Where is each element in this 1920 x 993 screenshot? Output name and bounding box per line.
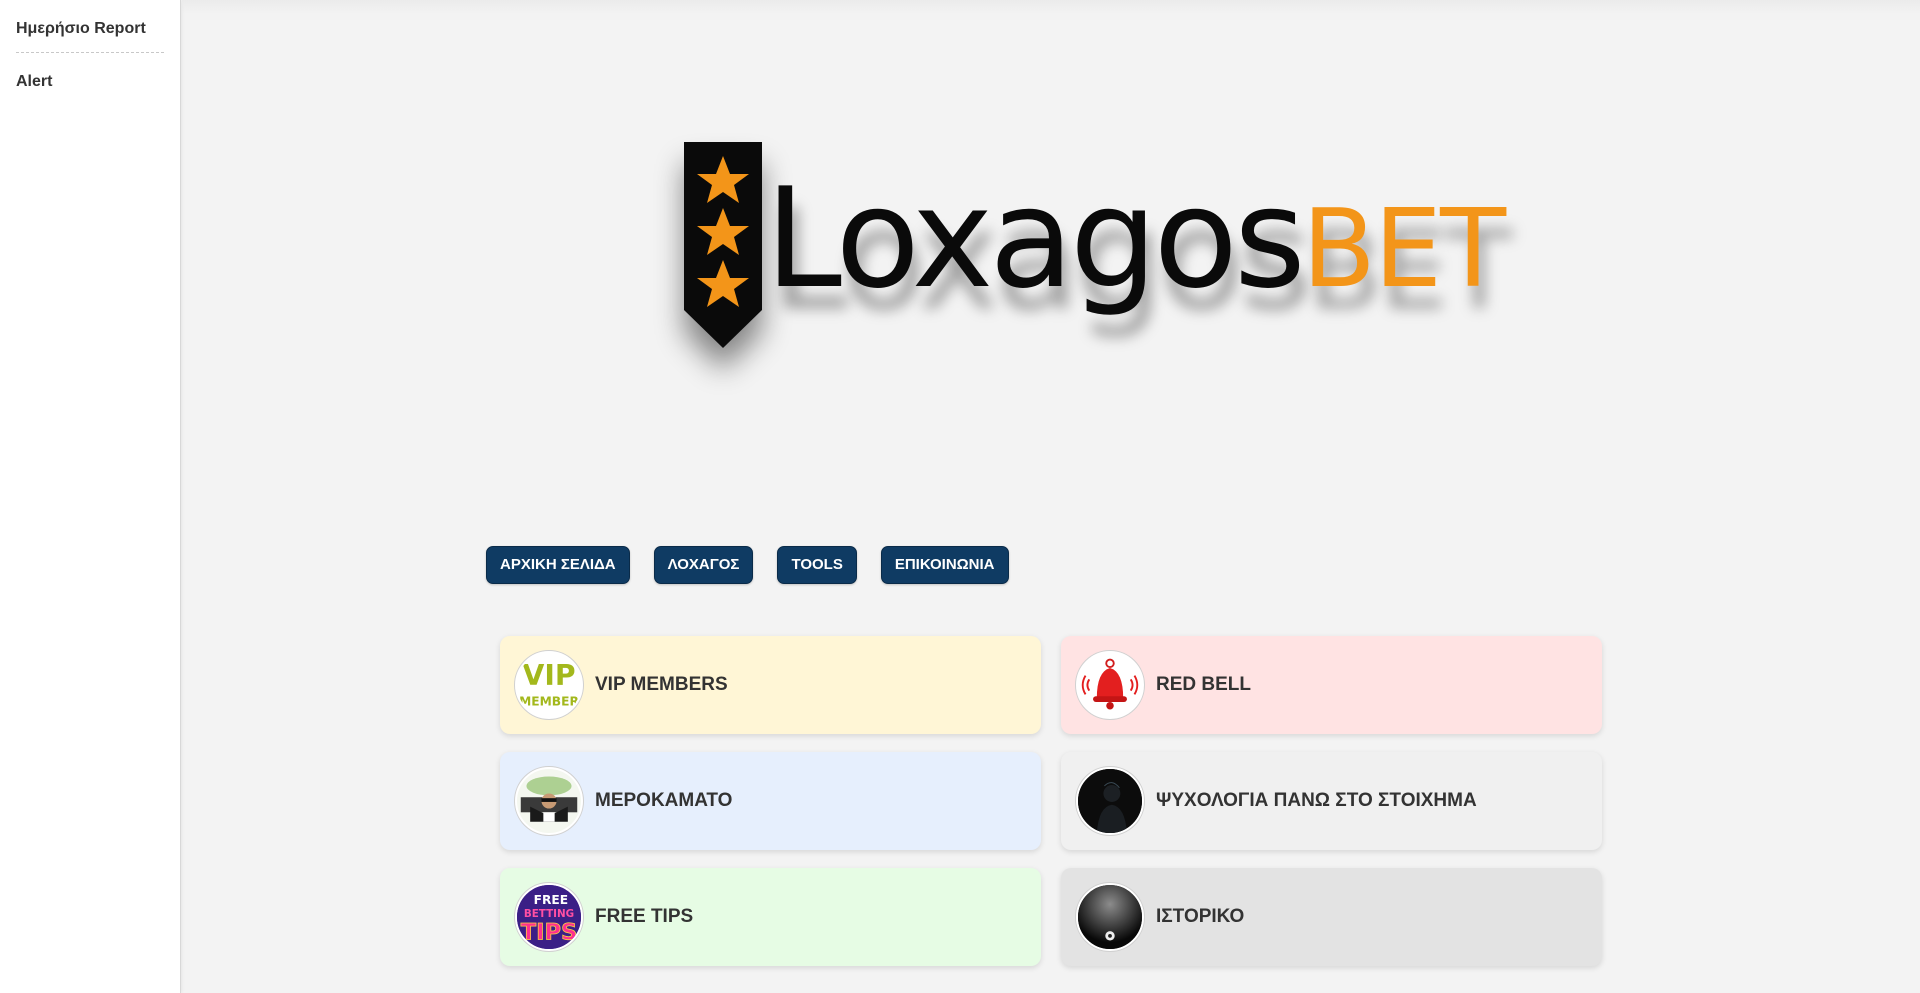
- card-merokamato[interactable]: ΜΕΡΟΚΑΜΑΤΟ: [500, 752, 1041, 850]
- card-label: ΨΥΧΟΛΟΓΙΑ ΠΑΝΩ ΣΤΟ ΣΤΟΙΧΗΜΑ: [1156, 790, 1477, 811]
- card-label: RED BELL: [1156, 674, 1251, 695]
- card-psychology[interactable]: ΨΥΧΟΛΟΓΙΑ ΠΑΝΩ ΣΤΟ ΣΤΟΙΧΗΜΑ: [1061, 752, 1602, 850]
- card-label: ΙΣΤΟΡΙΚΟ: [1156, 906, 1245, 927]
- svg-text:MEMBER: MEMBER: [519, 695, 579, 709]
- nav-tools-button[interactable]: TOOLS: [777, 546, 857, 584]
- vip-members-icon: VIP MEMBER: [515, 651, 583, 719]
- sidebar: Ημερήσιο Report Alert: [0, 0, 181, 993]
- rank-badge-icon: [684, 142, 762, 348]
- logo-word: Loxagos: [765, 158, 1306, 319]
- card-history[interactable]: ΙΣΤΟΡΙΚΟ: [1061, 868, 1602, 966]
- logo-wordmark: LoxagosBET: [765, 164, 1506, 325]
- svg-text:VIP: VIP: [522, 659, 575, 692]
- free-tips-icon: FREE BETTING TIPS: [515, 883, 583, 951]
- nav-home-button[interactable]: ΑΡΧΙΚΗ ΣΕΛΙΔΑ: [486, 546, 630, 584]
- money-man-icon: [515, 767, 583, 835]
- svg-text:FREE: FREE: [534, 893, 568, 907]
- card-label: ΜΕΡΟΚΑΜΑΤΟ: [595, 790, 733, 811]
- sidebar-item-daily-report[interactable]: Ημερήσιο Report: [16, 0, 164, 53]
- svg-text:BETTING: BETTING: [524, 908, 574, 920]
- red-bell-icon: [1076, 651, 1144, 719]
- silhouette-icon: [1076, 767, 1144, 835]
- card-label: FREE TIPS: [595, 906, 694, 927]
- main-content: LoxagosBET ΑΡΧΙΚΗ ΣΕΛΙΔΑ ΛΟΧΑΓΟΣ TOOLS Ε…: [182, 0, 1920, 993]
- nav-loxagos-button[interactable]: ΛΟΧΑΓΟΣ: [653, 546, 754, 584]
- card-label: VIP MEMBERS: [595, 674, 728, 695]
- main-nav: ΑΡΧΙΚΗ ΣΕΛΙΔΑ ΛΟΧΑΓΟΣ TOOLS ΕΠΙΚΟΙΝΩΝΙΑ: [486, 546, 1009, 584]
- nav-contact-button[interactable]: ΕΠΙΚΟΙΝΩΝΙΑ: [880, 546, 1009, 584]
- card-free-tips[interactable]: FREE BETTING TIPS FREE TIPS: [500, 868, 1041, 966]
- stadium-ball-icon: [1076, 883, 1144, 951]
- sidebar-item-alert[interactable]: Alert: [16, 53, 164, 91]
- category-cards: VIP MEMBER VIP MEMBERS RED BELL ΜΕΡΟΚΑΜΑ…: [500, 636, 1602, 966]
- card-red-bell[interactable]: RED BELL: [1061, 636, 1602, 734]
- logo-accent: BET: [1301, 187, 1506, 312]
- site-logo[interactable]: LoxagosBET: [682, 140, 1632, 400]
- card-vip-members[interactable]: VIP MEMBER VIP MEMBERS: [500, 636, 1041, 734]
- svg-text:TIPS: TIPS: [521, 920, 578, 946]
